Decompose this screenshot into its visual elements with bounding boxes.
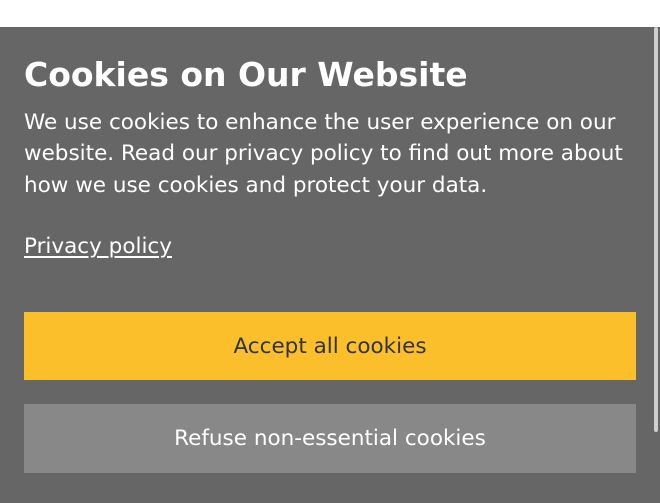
scrollbar[interactable]	[654, 27, 658, 432]
page-top-strip	[0, 0, 660, 27]
cookie-banner: Cookies on Our Website We use cookies to…	[0, 27, 660, 503]
banner-title: Cookies on Our Website	[24, 55, 468, 94]
privacy-policy-link[interactable]: Privacy policy	[24, 231, 172, 262]
banner-body-text: We use cookies to enhance the user exper…	[24, 110, 623, 198]
refuse-non-essential-cookies-button[interactable]: Refuse non-essential cookies	[24, 404, 636, 473]
accept-all-cookies-button[interactable]: Accept all cookies	[24, 312, 636, 380]
